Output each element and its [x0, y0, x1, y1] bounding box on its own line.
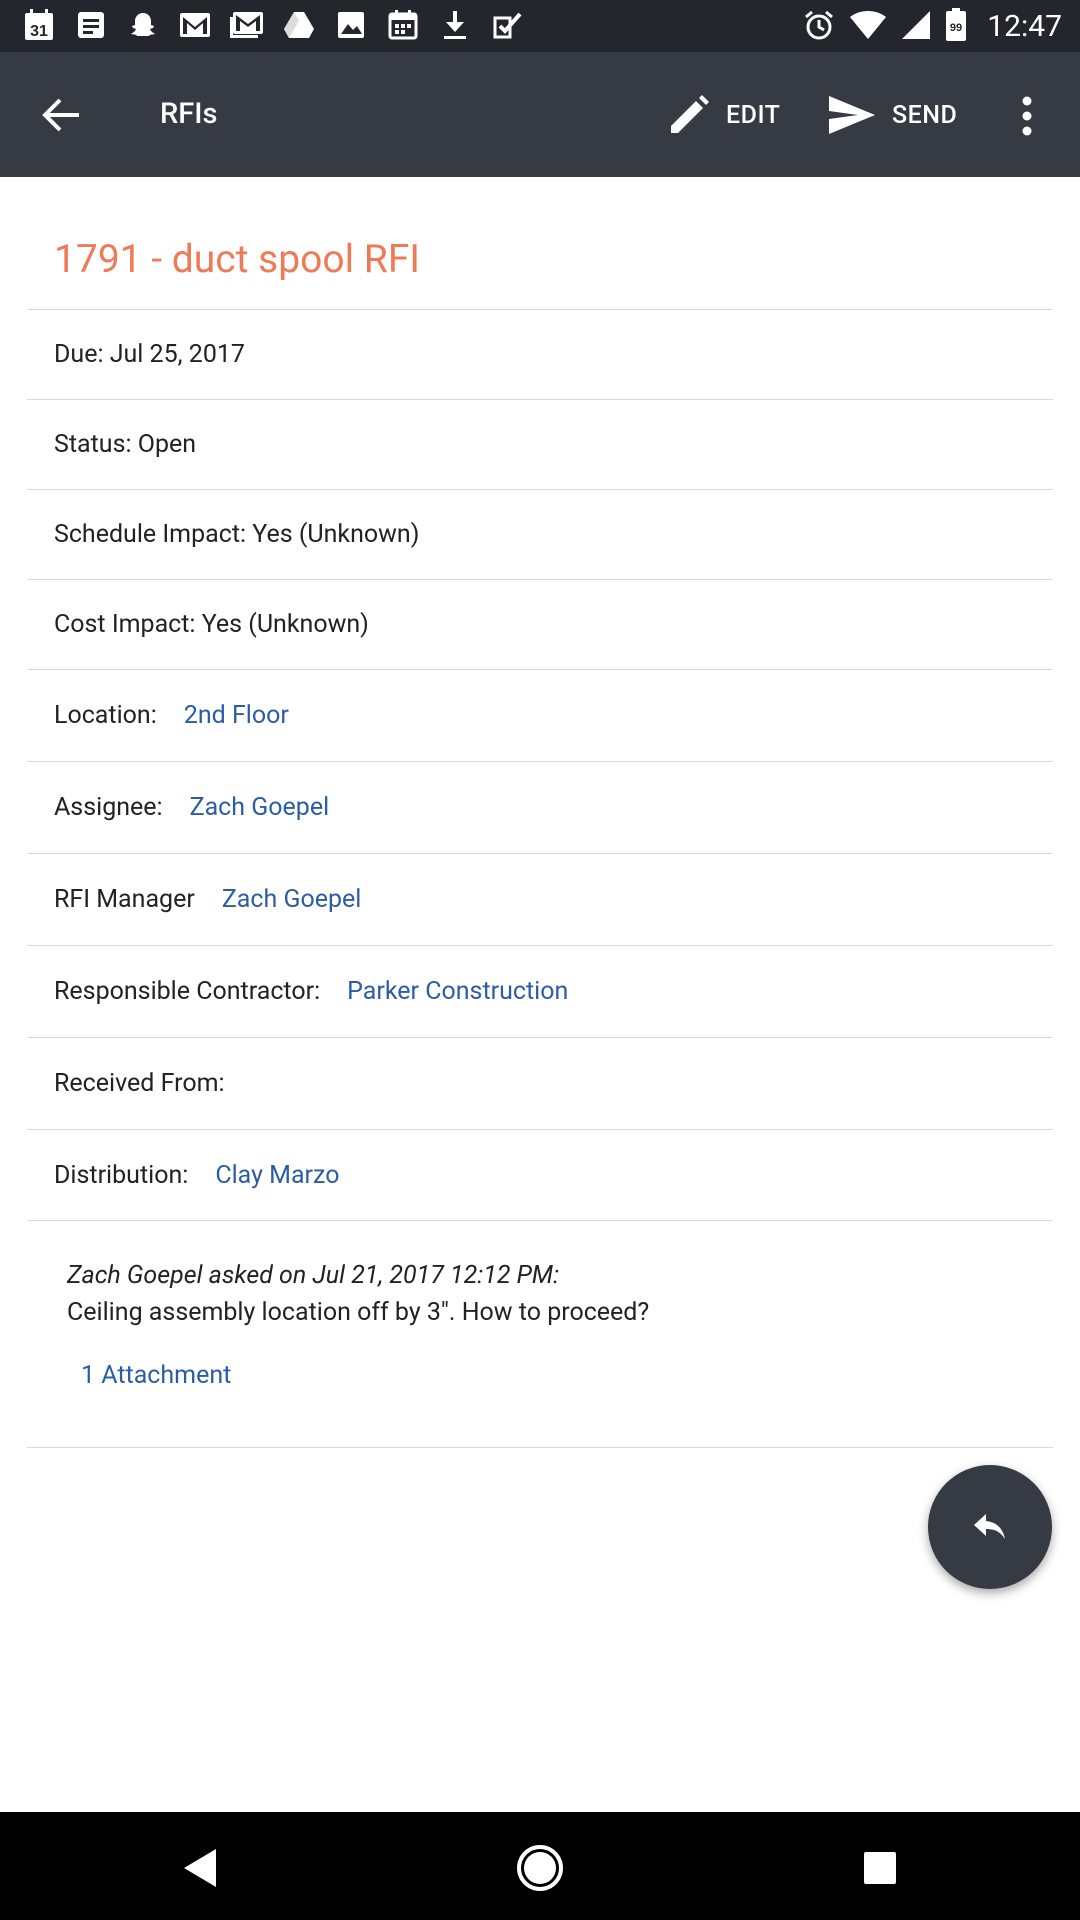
calendar-grid-icon [386, 8, 420, 42]
reply-button[interactable] [928, 1465, 1052, 1589]
status-row: Status: Open [27, 399, 1053, 490]
more-vert-icon [1022, 96, 1032, 136]
snapchat-icon [126, 8, 160, 42]
notes-icon [74, 8, 108, 42]
location-link[interactable]: 2nd Floor [184, 700, 289, 732]
distribution-row: Distribution: Clay Marzo [27, 1129, 1053, 1221]
tasks-icon [490, 8, 524, 42]
send-label: SEND [892, 100, 958, 130]
distribution-label: Distribution: [54, 1161, 189, 1190]
pencil-icon [671, 95, 709, 133]
app-bar: RFIs EDIT SEND [0, 52, 1080, 177]
location-row: Location: 2nd Floor [27, 669, 1053, 762]
send-icon [829, 96, 875, 134]
distribution-link[interactable]: Clay Marzo [215, 1160, 339, 1192]
rfi-manager-label: RFI Manager [54, 885, 195, 914]
responsible-contractor-row: Responsible Contractor: Parker Construct… [27, 945, 1053, 1038]
gmail-icon [230, 8, 264, 42]
system-icons: 99 12:47 [803, 8, 1062, 46]
location-label: Location: [54, 701, 157, 730]
photos-icon [334, 8, 368, 42]
divider [27, 1220, 1053, 1221]
download-icon [438, 8, 472, 42]
back-button[interactable] [34, 88, 88, 142]
nav-home-button[interactable] [510, 1838, 570, 1898]
schedule-impact-text: Schedule Impact: Yes (Unknown) [54, 520, 420, 549]
divider [27, 1447, 1053, 1448]
rfi-manager-row: RFI Manager Zach Goepel [27, 853, 1053, 946]
arrow-back-icon [42, 98, 79, 132]
edit-label: EDIT [726, 100, 781, 130]
svg-text:31: 31 [30, 23, 48, 40]
status-text: Status: Open [54, 430, 197, 459]
more-options-button[interactable] [1010, 94, 1044, 138]
cost-impact-row: Cost Impact: Yes (Unknown) [27, 579, 1053, 670]
attachment-link[interactable]: 1 Attachment [81, 1361, 231, 1390]
navigation-bar [0, 1812, 1080, 1920]
nav-back-button[interactable] [170, 1838, 230, 1898]
status-bar: 31 99 12:47 [0, 0, 1080, 52]
question-text: Ceiling assembly location off by 3". How… [67, 1298, 650, 1327]
nav-back-icon [184, 1849, 216, 1887]
svg-text:99: 99 [950, 22, 962, 34]
page-title: RFIs [160, 97, 218, 131]
clock: 12:47 [987, 9, 1062, 44]
responsible-contractor-label: Responsible Contractor: [54, 977, 321, 1006]
send-button[interactable]: SEND [828, 90, 957, 140]
due-row: Due: Jul 25, 2017 [27, 309, 1053, 400]
gmail-icon [178, 8, 212, 42]
received-from-row: Received From: [27, 1037, 1053, 1130]
notification-icons: 31 [22, 8, 524, 42]
signal-icon [901, 10, 931, 44]
calendar-icon: 31 [22, 8, 56, 42]
rfi-title: 1791 - duct spool RFI [54, 236, 421, 282]
responsible-contractor-link[interactable]: Parker Construction [347, 976, 568, 1008]
alarm-icon [803, 9, 835, 45]
cost-impact-text: Cost Impact: Yes (Unknown) [54, 610, 369, 639]
assignee-label: Assignee: [54, 793, 163, 822]
question-meta: Zach Goepel asked on Jul 21, 2017 12:12 … [67, 1261, 560, 1290]
wifi-icon [849, 10, 887, 44]
nav-recents-icon [864, 1852, 896, 1884]
assignee-link[interactable]: Zach Goepel [190, 792, 330, 824]
nav-recents-button[interactable] [850, 1838, 910, 1898]
drive-icon [282, 8, 316, 42]
due-text: Due: Jul 25, 2017 [54, 340, 245, 369]
schedule-impact-row: Schedule Impact: Yes (Unknown) [27, 489, 1053, 580]
reply-icon [974, 1514, 1005, 1539]
nav-home-icon [517, 1845, 563, 1891]
question-block: Zach Goepel asked on Jul 21, 2017 12:12 … [67, 1257, 649, 1331]
received-from-label: Received From: [54, 1069, 225, 1098]
assignee-row: Assignee: Zach Goepel [27, 761, 1053, 854]
edit-button[interactable]: EDIT [668, 90, 780, 140]
battery-icon: 99 [945, 8, 967, 46]
rfi-manager-link[interactable]: Zach Goepel [222, 884, 362, 916]
